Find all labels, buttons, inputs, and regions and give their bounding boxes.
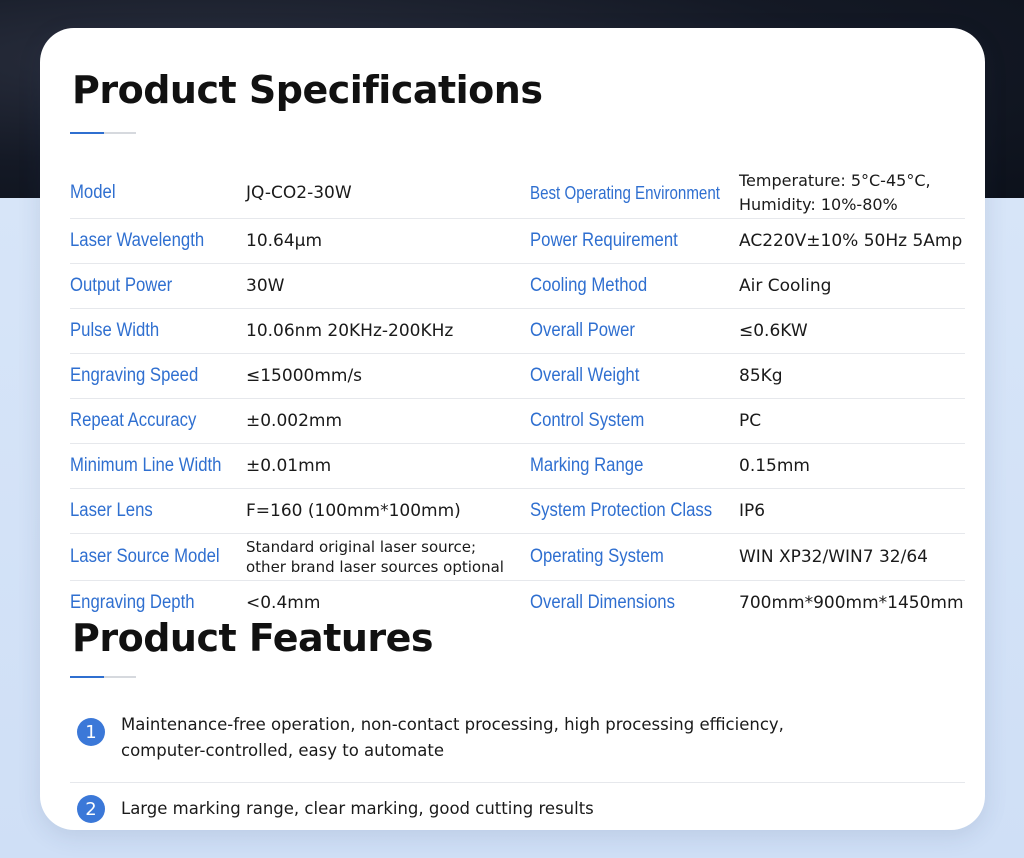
spec-value: F=160 (100mm*100mm): [246, 501, 461, 521]
spec-value: 700mm*900mm*1450mm: [739, 593, 964, 613]
specifications-title-underline: [70, 132, 136, 134]
spec-label: Control System: [530, 410, 645, 431]
spec-value: 10.64μm: [246, 231, 323, 251]
spec-label: Engraving Speed: [70, 365, 199, 386]
spec-row: Pulse Width 10.06nm 20KHz-200KHz Overall…: [70, 309, 965, 354]
spec-label: Marking Range: [530, 455, 644, 476]
spec-value: JQ-CO2-30W: [246, 183, 352, 203]
spec-value: WIN XP32/WIN7 32/64: [739, 547, 928, 567]
spec-value: AC220V±10% 50Hz 5Amp: [739, 231, 963, 251]
spec-label: Pulse Width: [70, 320, 160, 341]
spec-label: Repeat Accuracy: [70, 410, 197, 431]
spec-label: Overall Dimensions: [530, 592, 675, 613]
spec-label: Minimum Line Width: [70, 455, 222, 476]
list-item: 1 Maintenance-free operation, non-contac…: [70, 715, 965, 783]
spec-value: <0.4mm: [246, 593, 321, 613]
spec-label: Operating System: [530, 546, 664, 567]
feature-text: Large marking range, clear marking, good…: [121, 799, 594, 818]
spec-label: Laser Wavelength: [70, 230, 205, 251]
spec-label: Overall Weight: [530, 365, 640, 386]
features-title: Product Features: [72, 616, 434, 660]
number-badge-icon: 2: [77, 795, 105, 823]
spec-value: IP6: [739, 501, 766, 521]
spec-value: 0.15mm: [739, 456, 810, 476]
spec-row: Repeat Accuracy ±0.002mm Control System …: [70, 399, 965, 444]
spec-row: Laser Source Model Standard original las…: [70, 534, 965, 581]
spec-value: 10.06nm 20KHz-200KHz: [246, 321, 454, 341]
spec-label: Overall Power: [530, 320, 636, 341]
spec-row: Minimum Line Width ±0.01mm Marking Range…: [70, 444, 965, 489]
spec-label: Model: [70, 182, 116, 203]
features-list: 1 Maintenance-free operation, non-contac…: [70, 715, 965, 833]
spec-value: ±0.01mm: [246, 456, 332, 476]
spec-label: Laser Lens: [70, 500, 153, 521]
spec-row: Laser Wavelength 10.64μm Power Requireme…: [70, 219, 965, 264]
spec-value: PC: [739, 411, 762, 431]
spec-label: Power Requirement: [530, 230, 678, 251]
specifications-title: Product Specifications: [72, 68, 543, 112]
spec-row: Model JQ-CO2-30W Best Operating Environm…: [70, 168, 965, 219]
features-title-underline: [70, 676, 136, 678]
spec-label: Best Operating Environment: [530, 182, 720, 203]
list-item: 2 Large marking range, clear marking, go…: [70, 783, 965, 833]
spec-label: Output Power: [70, 275, 173, 296]
spec-value: Standard original laser source; other br…: [246, 538, 504, 576]
spec-label: System Protection Class: [530, 500, 713, 521]
spec-row: Laser Lens F=160 (100mm*100mm) System Pr…: [70, 489, 965, 534]
spec-label: Cooling Method: [530, 275, 648, 296]
content-card: Product Specifications Model JQ-CO2-30W …: [40, 28, 985, 830]
spec-value: ≤0.6KW: [739, 321, 808, 341]
specifications-table: Model JQ-CO2-30W Best Operating Environm…: [70, 168, 965, 625]
spec-label: Laser Source Model: [70, 546, 220, 567]
spec-value: Air Cooling: [739, 276, 832, 296]
spec-row: Engraving Speed ≤15000mm/s Overall Weigh…: [70, 354, 965, 399]
spec-value: 30W: [246, 276, 285, 296]
spec-label: Engraving Depth: [70, 592, 195, 613]
spec-value: ≤15000mm/s: [246, 366, 363, 386]
spec-row: Output Power 30W Cooling Method Air Cool…: [70, 264, 965, 309]
feature-text: Maintenance-free operation, non-contact …: [121, 715, 784, 760]
number-badge-icon: 1: [77, 718, 105, 746]
spec-value: 85Kg: [739, 366, 783, 386]
spec-value: ±0.002mm: [246, 411, 343, 431]
spec-value: Temperature: 5°C-45°C, Humidity: 10%-80%: [739, 171, 931, 214]
